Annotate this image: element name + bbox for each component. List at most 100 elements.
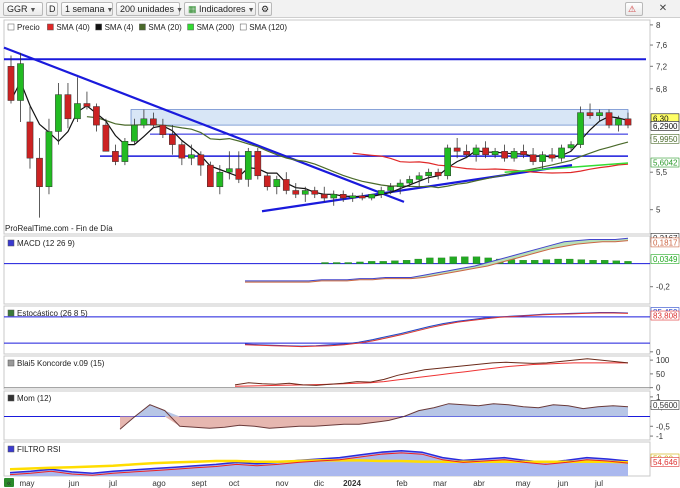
candle-body bbox=[520, 151, 527, 155]
month-label: may bbox=[19, 479, 34, 488]
candle-body bbox=[93, 106, 100, 126]
stoch-legend-swatch bbox=[7, 309, 15, 317]
price-axis-tick-label: 7,2 bbox=[656, 62, 668, 71]
candle-body bbox=[586, 112, 594, 116]
units-select[interactable]: 200 unidades ▼ bbox=[116, 2, 183, 16]
candle-body bbox=[577, 112, 584, 145]
candle-body bbox=[529, 154, 537, 162]
macd-histogram-bar bbox=[601, 260, 609, 264]
month-label: jun bbox=[68, 479, 80, 488]
candle-body bbox=[197, 154, 205, 166]
candle-body bbox=[358, 195, 366, 199]
candle-body bbox=[624, 118, 632, 126]
chart-area: Precio SMA (40) SMA (4) SMA (20) SMA (200) SM… bbox=[3, 19, 680, 488]
candle-body bbox=[225, 168, 233, 173]
candle-body bbox=[501, 151, 508, 159]
candle-body bbox=[463, 151, 470, 155]
month-label: oct bbox=[229, 479, 240, 488]
candle-body bbox=[263, 175, 271, 188]
candle-body bbox=[387, 186, 395, 191]
candle-body bbox=[235, 168, 243, 180]
stoch-legend-label: Estocástico (26 8 5) bbox=[17, 309, 88, 318]
indicators-label: Indicadores bbox=[199, 4, 246, 14]
candle-body bbox=[330, 194, 338, 199]
candle-body bbox=[26, 121, 34, 159]
candle-body bbox=[83, 103, 91, 107]
symbol-label: GGR bbox=[7, 4, 28, 14]
candle-body bbox=[558, 147, 565, 159]
price-legend-swatch bbox=[95, 23, 102, 31]
price-legend-label: SMA (120) bbox=[249, 23, 287, 32]
candle-body bbox=[453, 147, 461, 152]
month-label: jun bbox=[557, 479, 569, 488]
candle-body bbox=[150, 118, 157, 126]
macd-histogram-bar bbox=[356, 261, 364, 264]
candle-body bbox=[349, 195, 357, 199]
candle-body bbox=[434, 171, 442, 177]
price-axis-tick-label: 8 bbox=[656, 21, 661, 30]
candle-body bbox=[539, 154, 546, 162]
candle-body bbox=[254, 151, 262, 177]
candle-body bbox=[596, 112, 603, 116]
macd-histogram-bar bbox=[461, 256, 469, 264]
candle-body bbox=[605, 112, 613, 126]
candle-body bbox=[320, 194, 328, 199]
price-axis-tick-label: 5,5 bbox=[656, 168, 668, 177]
price-legend-swatch bbox=[139, 23, 146, 31]
koncorde-axis-tick-label: 50 bbox=[656, 370, 665, 379]
symbol-select[interactable]: GGR ▼ bbox=[3, 2, 43, 16]
macd-histogram-bar bbox=[426, 257, 434, 264]
candle-body bbox=[121, 141, 129, 162]
daily-label: D bbox=[49, 4, 56, 14]
pane-frame-2 bbox=[3, 305, 651, 355]
macd-histogram-bar bbox=[449, 256, 457, 264]
chart-tool-button[interactable]: ⚠ bbox=[625, 2, 643, 16]
candle-body bbox=[17, 63, 24, 101]
momentum-value-tag-label: 0,5600 bbox=[653, 401, 678, 410]
koncorde-legend-label: Blai5 Koncorde v.09 (15) bbox=[17, 359, 105, 368]
macd-histogram-bar bbox=[624, 261, 632, 264]
candle-body bbox=[131, 124, 138, 142]
momentum-axis-tick-label: -1 bbox=[656, 432, 664, 441]
macd-histogram-bar bbox=[333, 262, 341, 264]
month-label: may bbox=[515, 479, 530, 488]
macd-histogram-bar bbox=[531, 260, 539, 264]
macd-histogram-bar bbox=[391, 260, 399, 264]
scroll-left-icon-glyph: « bbox=[7, 479, 12, 488]
candle-body bbox=[45, 131, 53, 188]
price-legend-label: SMA (4) bbox=[105, 23, 134, 32]
price-legend-swatch bbox=[47, 23, 54, 31]
candle-body bbox=[311, 190, 319, 195]
candle-body bbox=[74, 103, 81, 120]
macd-histogram-bar bbox=[589, 260, 597, 264]
close-icon[interactable]: ✕ bbox=[656, 2, 670, 16]
settings-button[interactable]: ⚙ bbox=[258, 2, 272, 16]
macd-histogram-bar bbox=[367, 261, 376, 264]
indicators-button[interactable]: ▦ Indicadores ▼ bbox=[184, 2, 256, 16]
month-label: mar bbox=[433, 479, 447, 488]
macd-histogram-bar bbox=[554, 258, 562, 264]
macd-histogram-bar bbox=[379, 261, 387, 264]
macd-axis-tick-label: -0,2 bbox=[656, 283, 670, 292]
chevron-down-icon: ▼ bbox=[106, 7, 114, 14]
candle-body bbox=[159, 124, 167, 135]
price-legend-swatch bbox=[7, 23, 15, 31]
candle-body bbox=[377, 190, 385, 195]
period-select[interactable]: 1 semana ▼ bbox=[61, 2, 113, 16]
candle-body bbox=[396, 182, 404, 188]
candle-body bbox=[273, 179, 281, 188]
candle-body bbox=[64, 94, 72, 120]
macd-histogram-bar bbox=[437, 257, 446, 264]
price-value-tag-label: 5,9950 bbox=[653, 135, 678, 144]
daily-button[interactable]: D bbox=[46, 2, 58, 16]
price-legend-label: Precio bbox=[17, 23, 40, 32]
candle-body bbox=[188, 154, 195, 159]
chevron-down-icon: ▼ bbox=[29, 7, 37, 14]
candle-body bbox=[244, 151, 252, 180]
chevron-down-icon: ▼ bbox=[176, 7, 183, 14]
resistance-zone bbox=[130, 109, 629, 126]
chevron-down-icon: ▼ bbox=[247, 7, 255, 14]
candle-body bbox=[102, 124, 110, 152]
candle-body bbox=[548, 154, 556, 159]
momentum-axis-tick-label: -0,5 bbox=[656, 422, 670, 431]
